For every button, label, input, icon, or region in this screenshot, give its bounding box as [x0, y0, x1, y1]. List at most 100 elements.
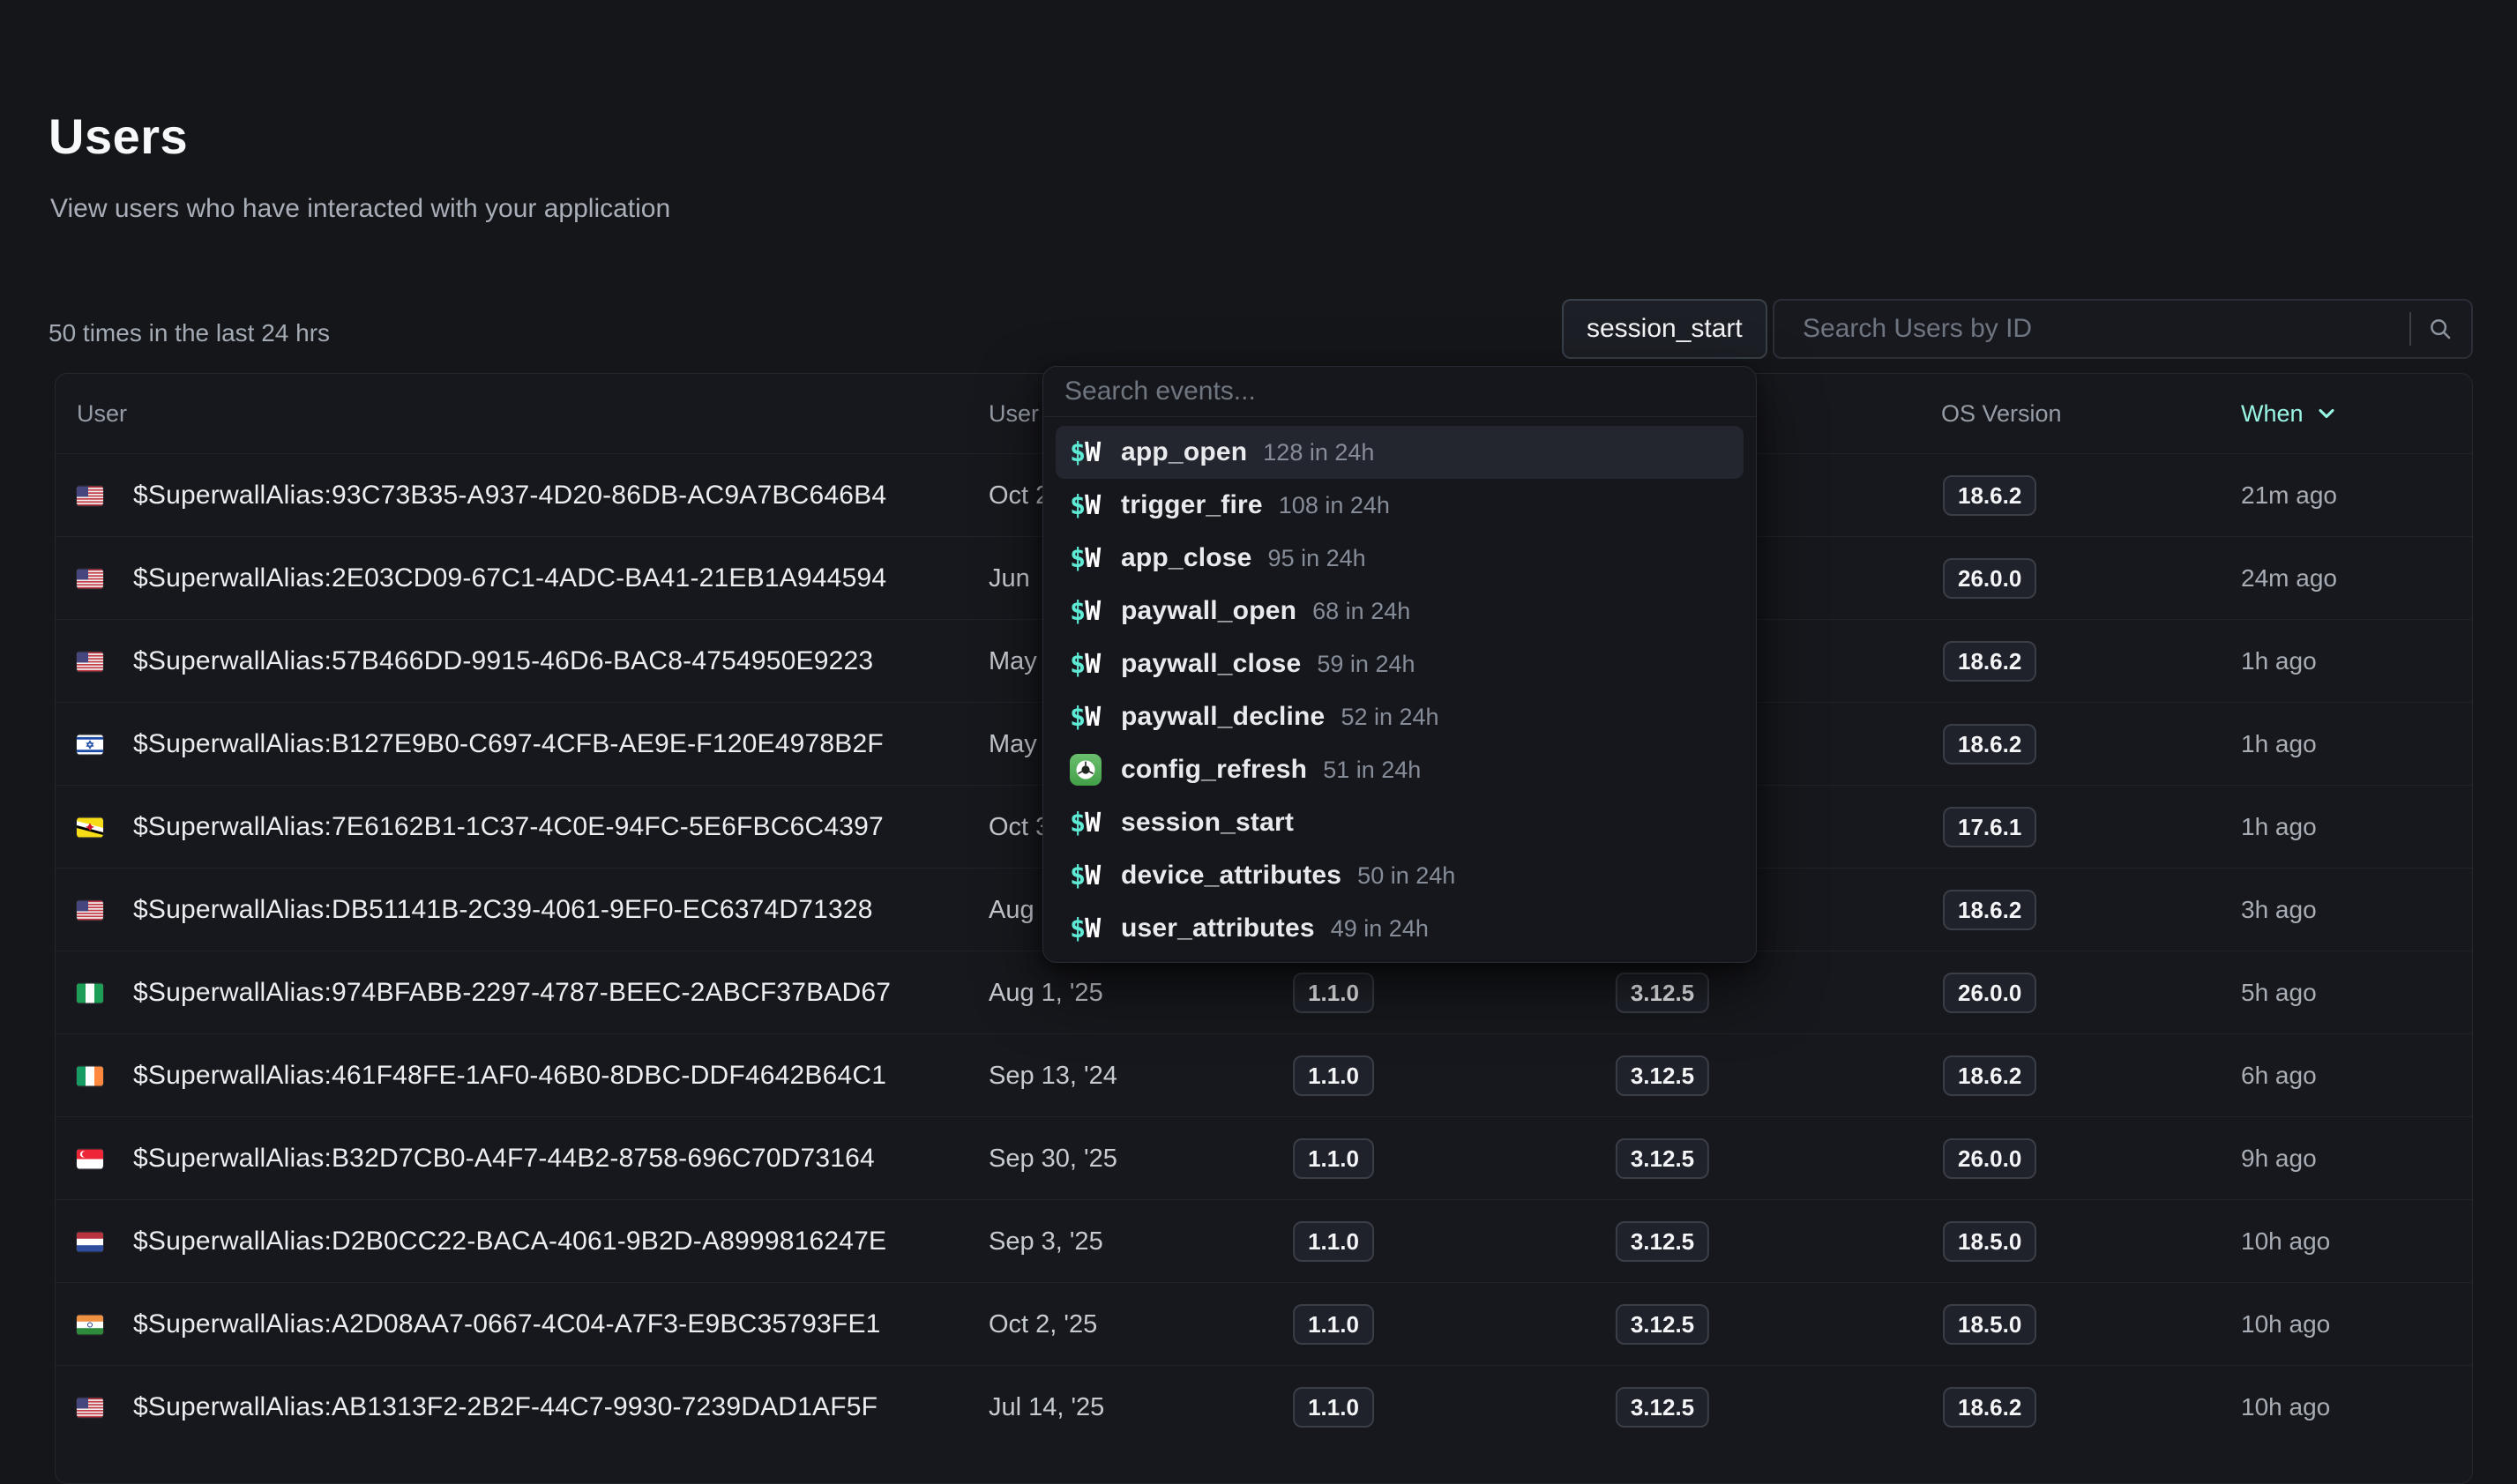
events-dropdown: $Wapp_open128 in 24h$Wtrigger_fire108 in…: [1042, 366, 1757, 963]
event-option-session_start[interactable]: $Wsession_start: [1056, 796, 1744, 849]
event-option-trigger_fire[interactable]: $Wtrigger_fire108 in 24h: [1056, 479, 1744, 532]
os-version-badge-cell: 18.6.2: [1943, 1366, 2036, 1449]
page-subtitle: View users who have interacted with your…: [50, 194, 670, 224]
when-value: 9h ago: [2241, 1117, 2317, 1200]
app-version-badge-cell: 1.1.0: [1293, 1200, 1374, 1283]
os-version-badge-cell: 18.6.2: [1943, 620, 2036, 703]
when-value: 1h ago: [2241, 620, 2317, 703]
when-value: 21m ago: [2241, 454, 2337, 537]
user-alias: $SuperwallAlias:AB1313F2-2B2F-44C7-9930-…: [133, 1366, 878, 1449]
event-name: config_refresh: [1121, 755, 1307, 785]
table-row[interactable]: $SuperwallAlias:A2D08AA7-0667-4C04-A7F3-…: [56, 1282, 2472, 1365]
chevron-down-icon: [2314, 401, 2339, 426]
column-header-os-version: OS Version: [1941, 374, 2062, 453]
event-option-paywall_open[interactable]: $W paywall_open 68 in 24h: [1056, 585, 1744, 638]
country-flag-icon: [77, 703, 103, 786]
table-row[interactable]: $SuperwallAlias:B32D7CB0-A4F7-44B2-8758-…: [56, 1116, 2472, 1199]
app-version-badge-cell: 1.1.0: [1293, 1283, 1374, 1366]
os-version-badge-cell: 18.5.0: [1943, 1200, 2036, 1283]
os-version-badge: 26.0.0: [1943, 558, 2036, 599]
user-since-date: May: [989, 620, 1037, 703]
when-value: 5h ago: [2241, 951, 2317, 1034]
app-version-badge-cell: 1.1.0: [1293, 951, 1374, 1034]
user-since-date: Aug: [989, 869, 1034, 951]
event-option-user_attributes[interactable]: $Wuser_attributes49 in 24h: [1056, 902, 1744, 955]
country-flag-icon: [77, 786, 103, 869]
superwall-event-icon: $W: [1070, 808, 1110, 839]
event-name: user_attributes: [1121, 914, 1315, 943]
app-version-badge: 1.1.0: [1293, 1387, 1374, 1428]
user-alias: $SuperwallAlias:D2B0CC22-BACA-4061-9B2D-…: [133, 1200, 886, 1283]
sdk-version-badge: 3.12.5: [1616, 1138, 1709, 1179]
os-version-badge: 18.6.2: [1943, 1055, 2036, 1096]
event-option-app_close[interactable]: $Wapp_close95 in 24h: [1056, 532, 1744, 585]
event-filter-button[interactable]: session_start: [1562, 299, 1767, 359]
event-name: app_close: [1121, 543, 1252, 573]
user-alias: $SuperwallAlias:B32D7CB0-A4F7-44B2-8758-…: [133, 1117, 875, 1200]
event-option-config_refresh[interactable]: config_refresh 51 in 24h: [1056, 743, 1744, 796]
when-label: When: [2241, 400, 2304, 428]
event-count: 51 in 24h: [1323, 757, 1421, 784]
table-row[interactable]: $SuperwallAlias:461F48FE-1AF0-46B0-8DBC-…: [56, 1033, 2472, 1116]
os-version-badge: 18.6.2: [1943, 475, 2036, 516]
event-name: paywall_open: [1121, 596, 1296, 626]
user-alias: $SuperwallAlias:A2D08AA7-0667-4C04-A7F3-…: [133, 1283, 881, 1366]
user-alias: $SuperwallAlias:93C73B35-A937-4D20-86DB-…: [133, 454, 886, 537]
sdk-version-badge: 3.12.5: [1616, 1055, 1709, 1096]
sdk-version-badge-cell: 3.12.5: [1616, 951, 1709, 1034]
os-version-badge-cell: 18.5.0: [1943, 1283, 2036, 1366]
event-option-device_attributes[interactable]: $Wdevice_attributes50 in 24h: [1056, 849, 1744, 902]
event-count: 52 in 24h: [1341, 704, 1438, 731]
os-version-badge-cell: 18.6.2: [1943, 1034, 2036, 1117]
column-header-when[interactable]: When: [2241, 374, 2339, 453]
os-version-badge: 26.0.0: [1943, 1138, 2036, 1179]
sdk-version-badge-cell: 3.12.5: [1616, 1117, 1709, 1200]
table-row[interactable]: $SuperwallAlias:974BFABB-2297-4787-BEEC-…: [56, 951, 2472, 1033]
user-since-date: Oct 3: [989, 786, 1049, 869]
superwall-event-icon: $W: [1070, 914, 1110, 944]
os-version-badge-cell: 26.0.0: [1943, 537, 2036, 620]
app-version-badge-cell: 1.1.0: [1293, 1117, 1374, 1200]
os-version-badge: 18.6.2: [1943, 890, 2036, 930]
search-icon[interactable]: [2427, 316, 2454, 342]
user-alias: $SuperwallAlias:57B466DD-9915-46D6-BAC8-…: [133, 620, 873, 703]
user-alias: $SuperwallAlias:B127E9B0-C697-4CFB-AE9E-…: [133, 703, 884, 786]
config-app-icon: [1070, 754, 1110, 786]
event-name: paywall_decline: [1121, 702, 1325, 732]
table-row[interactable]: $SuperwallAlias:D2B0CC22-BACA-4061-9B2D-…: [56, 1199, 2472, 1282]
os-version-badge-cell: 18.6.2: [1943, 703, 2036, 786]
superwall-event-icon: $W: [1070, 437, 1110, 468]
app-version-badge: 1.1.0: [1293, 1304, 1374, 1345]
sdk-version-badge-cell: 3.12.5: [1616, 1366, 1709, 1449]
search-events-input[interactable]: [1043, 377, 1756, 406]
events-dropdown-list: $Wapp_open128 in 24h$Wtrigger_fire108 in…: [1043, 417, 1756, 962]
country-flag-icon: [77, 537, 103, 620]
event-option-paywall_decline[interactable]: $Wpaywall_decline52 in 24h: [1056, 690, 1744, 743]
event-name: trigger_fire: [1121, 490, 1263, 520]
superwall-event-icon: $W: [1070, 596, 1110, 627]
when-value: 24m ago: [2241, 537, 2337, 620]
search-users-input[interactable]: [1774, 301, 2409, 357]
event-option-app_open[interactable]: $Wapp_open128 in 24h: [1056, 426, 1744, 479]
os-version-badge: 18.6.2: [1943, 1387, 2036, 1428]
when-value: 3h ago: [2241, 869, 2317, 951]
app-version-badge: 1.1.0: [1293, 1138, 1374, 1179]
user-since-date: Oct 2, '25: [989, 1283, 1097, 1366]
country-flag-icon: [77, 869, 103, 951]
country-flag-icon: [77, 951, 103, 1034]
events-search-row: [1043, 367, 1756, 417]
country-flag-icon: [77, 1283, 103, 1366]
event-option-paywall_close[interactable]: $Wpaywall_close59 in 24h: [1056, 638, 1744, 690]
user-since-date: Sep 13, '24: [989, 1034, 1117, 1117]
superwall-event-icon: $W: [1070, 649, 1110, 680]
sdk-version-badge: 3.12.5: [1616, 1304, 1709, 1345]
event-count: 68 in 24h: [1312, 598, 1410, 625]
country-flag-icon: [77, 1034, 103, 1117]
app-version-badge-cell: 1.1.0: [1293, 1366, 1374, 1449]
sdk-version-badge-cell: 3.12.5: [1616, 1200, 1709, 1283]
event-count: 50 in 24h: [1357, 862, 1455, 890]
table-row[interactable]: $SuperwallAlias:AB1313F2-2B2F-44C7-9930-…: [56, 1365, 2472, 1448]
os-version-badge: 18.6.2: [1943, 641, 2036, 682]
event-name: device_attributes: [1121, 861, 1341, 891]
search-users-box: [1773, 299, 2473, 359]
